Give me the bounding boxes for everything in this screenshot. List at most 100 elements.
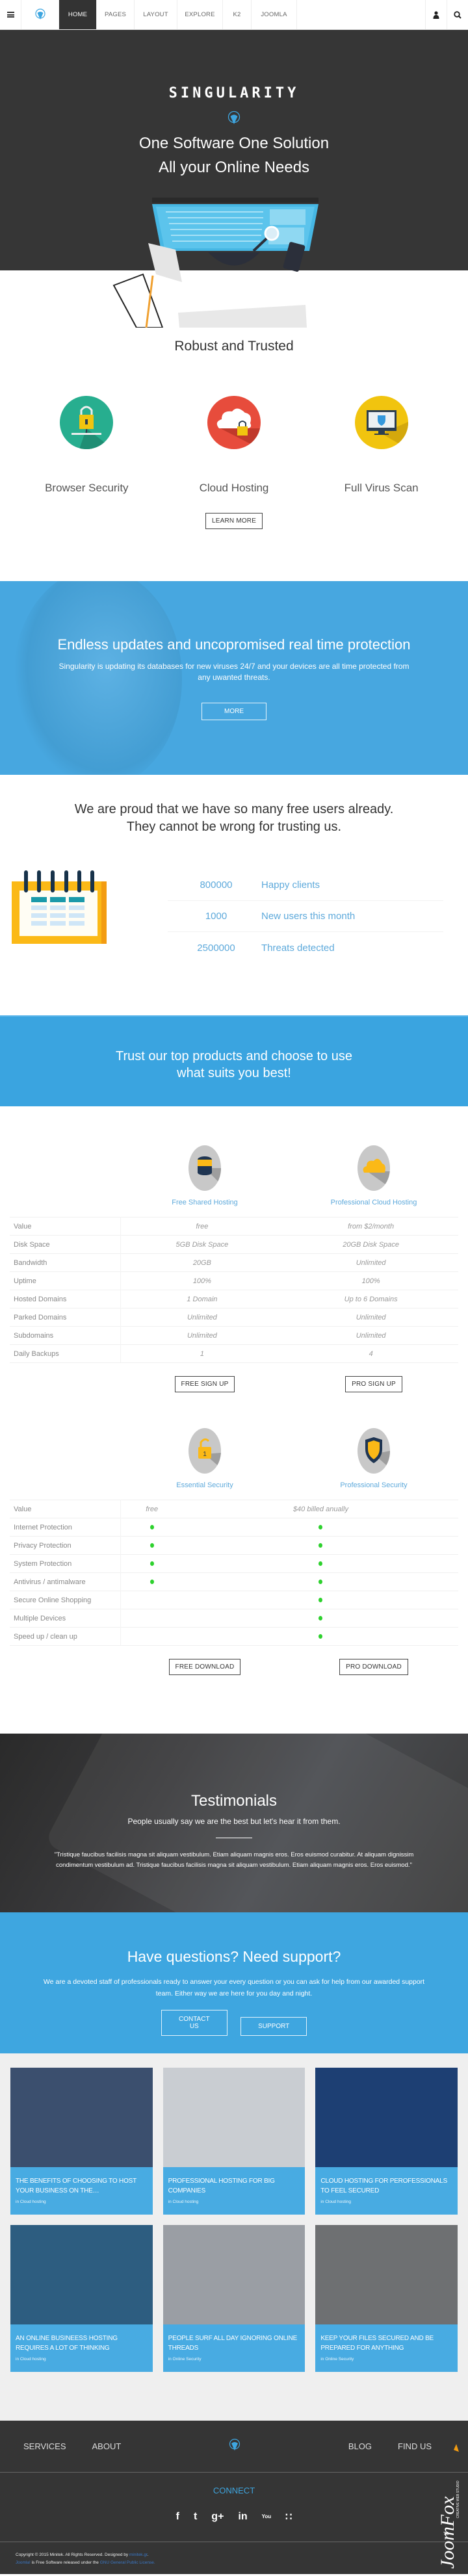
blog-card-category[interactable]: in Online Security — [320, 2357, 452, 2361]
connect-heading: CONNECT — [213, 2486, 255, 2495]
blog-card-category[interactable]: in Cloud hosting — [16, 2357, 148, 2361]
blog-card-title[interactable]: PEOPLE SURF ALL DAY IGNORING ONLINE THRE… — [168, 2334, 300, 2353]
value-cell — [120, 1627, 183, 1646]
menu-icon[interactable] — [0, 0, 21, 29]
blog-card[interactable]: THE BENEFITS OF CHOOSING TO HOST YOUR BU… — [10, 2068, 153, 2215]
pro-download-button[interactable]: PRO DOWNLOAD — [339, 1659, 408, 1675]
blog-card-title[interactable]: AN ONLINE BUSINEESS HOSTING REQUIRES A L… — [16, 2334, 148, 2353]
free-download-button[interactable]: FREE DOWNLOAD — [168, 1659, 241, 1675]
blog-card[interactable]: CLOUD HOSTING FOR PEROFESSIONALS TO FEEL… — [315, 2068, 458, 2215]
check-dot-icon — [318, 1633, 323, 1639]
linkedin-icon[interactable]: in — [238, 2511, 247, 2523]
blog-card-caption: THE BENEFITS OF CHOOSING TO HOST YOUR BU… — [10, 2167, 153, 2215]
feature-browser-security: Browser Security — [21, 396, 151, 495]
more-button[interactable]: MORE — [202, 703, 266, 720]
twitter-icon[interactable]: t — [194, 2511, 197, 2523]
blog-card[interactable]: PEOPLE SURF ALL DAY IGNORING ONLINE THRE… — [162, 2225, 306, 2372]
rss-icon[interactable]: ∷ — [285, 2510, 292, 2523]
blog-card-title[interactable]: KEEP YOUR FILES SECURED AND BE PREPARED … — [320, 2334, 452, 2353]
table-row: Bandwidth 20GB Unlimited — [10, 1253, 458, 1272]
desk-illustration — [112, 198, 318, 328]
contact-us-button[interactable]: CONTACT US — [161, 2010, 228, 2036]
joomla-link[interactable]: Joomla! — [16, 2560, 31, 2565]
license-text: is Free Software released under the — [30, 2560, 100, 2565]
logo-pin-icon[interactable] — [21, 0, 59, 29]
value-cell — [120, 1554, 183, 1573]
pro-sign-up-button[interactable]: PRO SIGN UP — [345, 1376, 402, 1392]
blog-card-caption: CLOUD HOSTING FOR PEROFESSIONALS TO FEEL… — [315, 2167, 458, 2215]
blog-card-category[interactable]: in Cloud hosting — [320, 2200, 452, 2204]
blog-card-title[interactable]: CLOUD HOSTING FOR PEROFESSIONALS TO FEEL… — [320, 2176, 452, 2196]
value-cell: Unlimited — [120, 1326, 284, 1345]
testimonials-subtitle: People usually say we are the best but l… — [127, 1817, 341, 1826]
copyright: Copyright © 2015 Minitek. All Rights Res… — [0, 2542, 468, 2576]
free-sign-up-button[interactable]: FREE SIGN UP — [174, 1376, 235, 1392]
blog-card[interactable]: KEEP YOUR FILES SECURED AND BE PREPARED … — [315, 2225, 458, 2372]
table-row: Uptime 100% 100% — [10, 1271, 458, 1290]
footer-link-blog[interactable]: BLOG — [348, 2441, 372, 2451]
open-padlock-icon: 1 — [188, 1428, 221, 1474]
testimonial-quote: "Tristique faucibus facilisis magna sit … — [54, 1851, 414, 1869]
cloud-icon — [358, 1145, 390, 1191]
blog-card-image[interactable] — [162, 2225, 306, 2324]
designer-link[interactable]: minitek.gr — [129, 2553, 148, 2557]
value-cell: Unlimited — [283, 1326, 458, 1345]
value-cell — [183, 1609, 458, 1628]
blog-card[interactable]: AN ONLINE BUSINEESS HOSTING REQUIRES A L… — [10, 2225, 153, 2372]
user-icon[interactable] — [425, 0, 447, 29]
youtube-icon[interactable]: You — [262, 2514, 272, 2519]
updates-banner: Endless updates and uncopromised real ti… — [0, 581, 468, 775]
blog-card-image[interactable] — [10, 2225, 153, 2324]
calendar-icon — [12, 870, 107, 944]
blog-card-title[interactable]: THE BENEFITS OF CHOOSING TO HOST YOUR BU… — [16, 2176, 148, 2196]
blog-card-image[interactable] — [162, 2068, 306, 2167]
security-comparison-table: Value free $40 billed anually Internet Pro… — [10, 1500, 458, 1646]
footer-link-about[interactable]: ABOUT — [92, 2441, 122, 2451]
gnu-license-link[interactable]: GNU General Public License. — [100, 2560, 155, 2565]
footer-link-find-us[interactable]: FIND US — [398, 2441, 432, 2451]
blog-card-category[interactable]: in Cloud hosting — [16, 2200, 148, 2204]
value-cell — [183, 1536, 458, 1555]
blog-card-category[interactable]: in Online Security — [168, 2357, 300, 2361]
check-dot-icon — [150, 1542, 154, 1548]
blog-card-image[interactable] — [10, 2068, 153, 2167]
nav-item-home[interactable]: HOME — [59, 0, 97, 29]
banner-text: Singularity is updating its databases fo… — [58, 662, 410, 682]
footer-logo-pin-icon[interactable] — [229, 2438, 240, 2454]
stats-title: We are proud that we have so many free u… — [0, 801, 468, 836]
support-text: We are a devoted staff of professionals … — [43, 1978, 425, 1997]
footer-link-services[interactable]: SERVICES — [23, 2441, 66, 2451]
value-cell: 20GB — [120, 1253, 284, 1272]
google-plus-icon[interactable]: g+ — [211, 2511, 224, 2523]
learn-more-button[interactable]: LEARN MORE — [205, 513, 263, 529]
blog-card-category[interactable]: in Cloud hosting — [168, 2200, 300, 2204]
stats-title-line-2: They cannot be wrong for trusting us. — [126, 820, 342, 834]
blog-card-image[interactable] — [315, 2225, 458, 2324]
hero-line-1: One Software One Solution — [138, 135, 330, 152]
value-cell: 1 Domain — [120, 1290, 284, 1308]
stat-label: Happy clients — [261, 879, 320, 891]
hosting-pricing-table: Free Shared Hosting Professional Cloud H… — [0, 1106, 468, 1392]
plan-name: Free Shared Hosting — [172, 1199, 238, 1206]
stats-title-line-1: We are proud that we have so many free u… — [74, 802, 394, 816]
nav-item-pages[interactable]: PAGES — [97, 0, 135, 29]
table-row: Disk Space 5GB Disk Space 20GB Disk Space — [10, 1235, 458, 1254]
nav-item-layout[interactable]: LAYOUT — [135, 0, 177, 29]
monitor-shield-icon — [354, 396, 408, 449]
testimonials-title: Testimonials — [190, 1792, 278, 1810]
check-dot-icon — [318, 1542, 323, 1548]
nav-item-joomla[interactable]: JOOMLA — [252, 0, 297, 29]
facebook-icon[interactable]: f — [176, 2511, 179, 2523]
feature-cell: Value — [10, 1217, 121, 1236]
value-cell: 100% — [283, 1271, 458, 1290]
blog-card-title[interactable]: PROFESSIONAL HOSTING FOR BIG COMPANIES — [168, 2176, 300, 2196]
nav-item-k2[interactable]: K2 — [223, 0, 252, 29]
blog-card[interactable]: PROFESSIONAL HOSTING FOR BIG COMPANIES in… — [162, 2068, 306, 2215]
nav-item-explore[interactable]: EXPLORE — [177, 0, 223, 29]
blog-card-image[interactable] — [315, 2068, 458, 2167]
support-button[interactable]: SUPPORT — [240, 2017, 307, 2036]
plan-name: Essential Security — [176, 1481, 233, 1489]
search-icon[interactable] — [447, 0, 468, 29]
value-cell — [183, 1518, 458, 1537]
padlock-network-icon — [60, 396, 114, 449]
